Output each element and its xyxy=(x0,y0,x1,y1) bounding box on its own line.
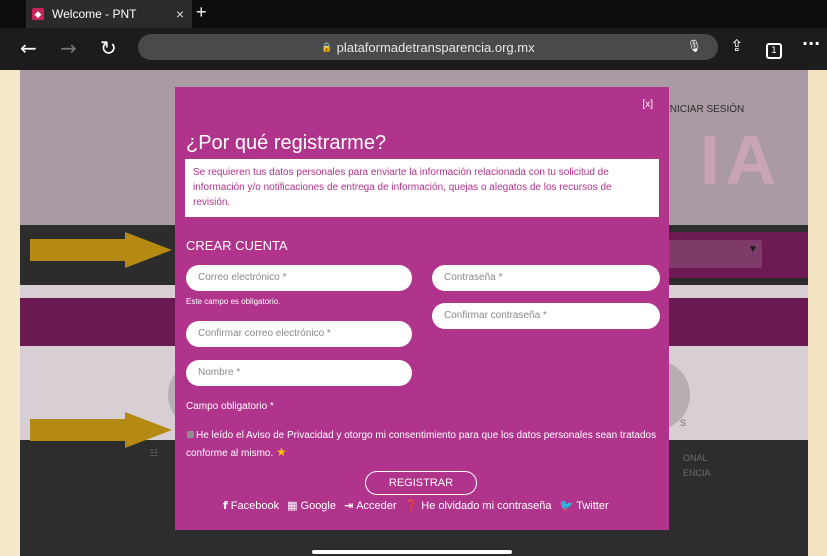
back-arrow-icon[interactable]: ← xyxy=(20,36,37,60)
annotation-arrow xyxy=(30,412,172,448)
name-field[interactable]: Nombre * xyxy=(186,360,412,386)
required-star-icon: ★ xyxy=(276,445,287,459)
google-label: Google xyxy=(300,499,336,512)
home-indicator xyxy=(312,550,512,554)
register-button[interactable]: REGISTRAR xyxy=(365,471,477,495)
site-favicon-icon: ◆ xyxy=(32,8,44,20)
reload-icon[interactable]: ↻ xyxy=(100,36,117,60)
more-options-icon[interactable]: ··· xyxy=(802,34,820,53)
facebook-link[interactable]: f Facebook xyxy=(223,499,279,512)
new-tab-icon[interactable]: + xyxy=(196,2,207,23)
right-margin xyxy=(808,70,827,556)
sign-in-icon: ⇥ xyxy=(344,499,354,512)
tab-bar: ◆ Welcome - PNT × + xyxy=(0,0,827,28)
footer-ghost: ONAL xyxy=(683,453,708,463)
footer-ghost: S xyxy=(680,418,687,428)
chevron-down-icon: ▼ xyxy=(748,244,758,255)
state-select[interactable] xyxy=(660,240,762,268)
google-link[interactable]: ▦ Google xyxy=(287,499,336,512)
email-error-text: Este campo es obligatorio. xyxy=(186,297,281,306)
acceder-link[interactable]: ⇥ Acceder xyxy=(344,499,397,512)
email-field[interactable]: Correo electrónico * xyxy=(186,265,412,291)
share-icon[interactable]: ⇪ xyxy=(730,36,743,55)
annotation-arrow xyxy=(30,232,172,268)
tabs-overview-icon[interactable]: 1 xyxy=(766,38,782,59)
footer-ghost: ENCIA xyxy=(683,468,711,478)
left-margin xyxy=(0,70,20,556)
register-modal: [x] ¿Por qué registrarme? Se requieren t… xyxy=(175,87,669,530)
required-note: Campo obligatorio * xyxy=(186,401,274,412)
twitter-icon: 🐦 xyxy=(559,499,574,512)
privacy-checkbox[interactable] xyxy=(187,431,194,438)
confirm-email-field[interactable]: Confirmar correo electrónico * xyxy=(186,321,412,347)
login-link[interactable]: INICIAR SESIÓN xyxy=(667,104,744,115)
close-tab-icon[interactable]: × xyxy=(176,6,184,22)
forgot-password-label: He olvidado mi contraseña xyxy=(421,499,552,512)
privacy-consent-label: He leído el Aviso de Privacidad y otorgo… xyxy=(186,428,662,462)
info-box: Se requieren tus datos personales para e… xyxy=(185,159,659,217)
password-field[interactable]: Contraseña * xyxy=(432,265,660,291)
microphone-icon[interactable]: 🎙 xyxy=(687,39,702,53)
twitter-label: Twitter xyxy=(576,499,609,512)
confirm-password-field[interactable]: Confirmar contraseña * xyxy=(432,303,660,329)
hero-decoration: IA xyxy=(700,121,782,199)
modal-title: ¿Por qué registrarme? xyxy=(186,132,387,154)
social-links: f Facebook ▦ Google ⇥ Acceder ❓ He olvidado … xyxy=(223,499,617,512)
tab-title: Welcome - PNT xyxy=(52,7,137,21)
twitter-link[interactable]: 🐦 Twitter xyxy=(560,499,609,512)
section-title: CREAR CUENTA xyxy=(186,238,288,253)
address-bar[interactable]: 🔒 plataformadetransparencia.org.mx 🎙 xyxy=(138,34,718,60)
facebook-icon: f xyxy=(223,499,228,512)
forward-arrow-icon[interactable]: → xyxy=(60,36,77,60)
privacy-consent-text: He leído el Aviso de Privacidad y otorgo… xyxy=(186,430,657,459)
close-modal-button[interactable]: [x] xyxy=(642,99,653,110)
forgot-password-link[interactable]: ❓ He olvidado mi contraseña xyxy=(405,499,552,512)
browser-tab[interactable]: ◆ Welcome - PNT × xyxy=(26,0,192,28)
footer-icon: ☷ xyxy=(150,448,159,458)
tabs-count: 1 xyxy=(766,43,782,59)
facebook-label: Facebook xyxy=(230,499,280,512)
question-circle-icon: ❓ xyxy=(404,499,419,512)
url-text: plataformadetransparencia.org.mx xyxy=(336,39,535,55)
google-icon: ▦ xyxy=(287,499,298,512)
lock-icon: 🔒 xyxy=(321,41,333,52)
acceder-label: Acceder xyxy=(356,499,397,512)
